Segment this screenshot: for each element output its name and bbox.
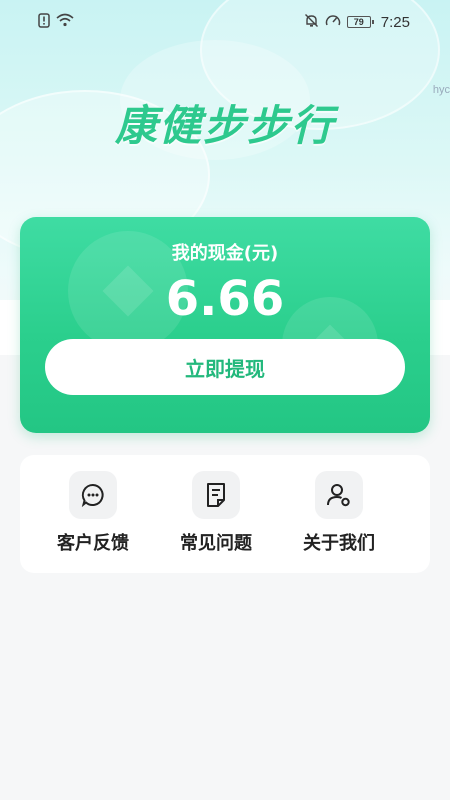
cash-card: 我的现金(元) 6.66 立即提现 bbox=[20, 217, 430, 433]
status-time: 7:25 bbox=[380, 13, 410, 31]
status-right: 79 7:25 bbox=[304, 13, 410, 32]
sim-alert-icon bbox=[38, 12, 50, 32]
document-icon bbox=[192, 471, 240, 519]
speedometer-icon bbox=[325, 13, 341, 32]
mute-bell-icon bbox=[304, 13, 319, 32]
chat-bubble-icon bbox=[69, 471, 117, 519]
menu-label: 客户反馈 bbox=[57, 533, 129, 554]
withdraw-button[interactable]: 立即提现 bbox=[45, 339, 405, 395]
status-bar: 79 7:25 bbox=[0, 0, 450, 44]
user-settings-icon bbox=[315, 471, 363, 519]
battery-icon: 79 bbox=[346, 16, 374, 28]
cash-amount: 6.66 bbox=[165, 271, 285, 327]
menu-item-feedback[interactable]: 客户反馈 bbox=[38, 471, 148, 555]
app-title: 康健步步行 bbox=[114, 101, 335, 150]
menu-label: 关于我们 bbox=[303, 533, 375, 554]
wifi-icon bbox=[56, 13, 74, 31]
menu-card: 客户反馈 常见问题 关于我们 bbox=[20, 455, 430, 573]
status-left bbox=[38, 12, 74, 32]
menu-item-about[interactable]: 关于我们 bbox=[284, 471, 394, 555]
cash-label: 我的现金(元) bbox=[171, 243, 279, 264]
menu-item-faq[interactable]: 常见问题 bbox=[161, 471, 271, 555]
menu-label: 常见问题 bbox=[180, 533, 252, 554]
